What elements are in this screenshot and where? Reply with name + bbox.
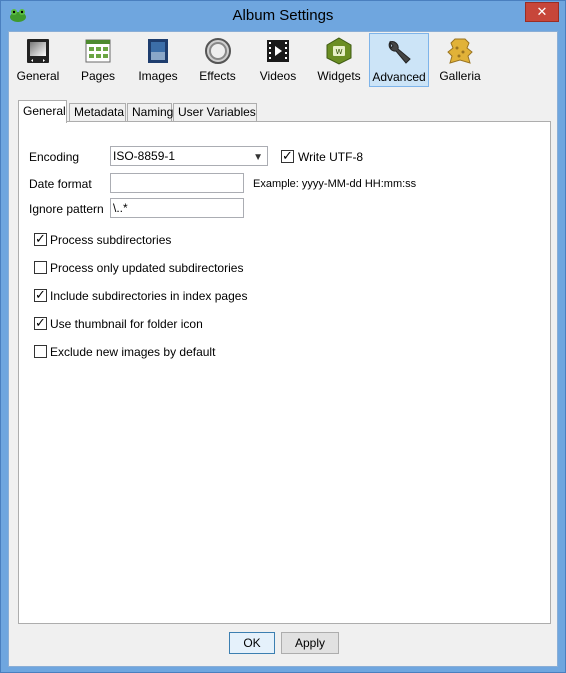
general-tab-page: Encoding ISO-8859-1 ▼ ✓ Write UTF-8 Date… [18, 121, 551, 624]
advanced-icon [388, 40, 411, 64]
toolbar-label: Galleria [439, 69, 481, 83]
write-utf8-checkbox[interactable]: ✓ [281, 148, 294, 163]
svg-text:w: w [335, 47, 342, 57]
process-subdirectories-checkbox[interactable]: ✓ [34, 231, 47, 246]
checkmark-icon: ✓ [282, 148, 293, 163]
use-thumbnail-label: Use thumbnail for folder icon [50, 317, 203, 331]
ignore-pattern-input[interactable]: \..* [110, 198, 244, 218]
toolbar-label: Videos [259, 69, 297, 83]
chevron-down-icon: ▼ [253, 152, 263, 163]
toolbar-label: Images [138, 69, 178, 83]
toolbar-item-galleria[interactable]: Galleria [432, 33, 488, 87]
close-icon: ✕ [536, 4, 548, 19]
tab-user-variables[interactable]: User Variables [173, 103, 257, 122]
toolbar-item-general[interactable]: General [10, 33, 66, 87]
category-toolbar: General Pages Images Effects Videos w Wi… [9, 32, 557, 88]
general-icon [27, 39, 49, 63]
ignore-pattern-label: Ignore pattern [29, 202, 104, 216]
tab-general[interactable]: General [18, 100, 67, 123]
use-thumbnail-checkbox[interactable]: ✓ [34, 315, 47, 330]
exclude-new-images-checkbox[interactable] [34, 345, 47, 358]
date-format-label: Date format [29, 177, 92, 191]
date-format-input[interactable] [110, 173, 244, 193]
tab-naming[interactable]: Naming [127, 103, 173, 122]
checkmark-icon: ✓ [35, 287, 46, 302]
effects-icon [204, 38, 231, 64]
settings-panel: General Metadata Naming User Variables E… [18, 100, 551, 624]
widgets-icon: w [326, 37, 352, 65]
date-format-example: Example: yyyy-MM-dd HH:mm:ss [253, 178, 417, 190]
write-utf8-label: Write UTF-8 [298, 150, 364, 164]
galleria-icon [447, 38, 473, 64]
ok-button[interactable]: OK [229, 632, 275, 654]
toolbar-item-widgets[interactable]: w Widgets [310, 33, 368, 87]
toolbar-item-videos[interactable]: Videos [250, 33, 306, 87]
toolbar-label: General [16, 69, 60, 83]
process-updated-subdirectories-label: Process only updated subdirectories [50, 261, 244, 275]
close-button[interactable]: ✕ [525, 2, 559, 22]
toolbar-item-effects[interactable]: Effects [190, 33, 245, 87]
toolbar-item-images[interactable]: Images [130, 33, 186, 87]
videos-icon [267, 40, 289, 62]
toolbar-item-pages[interactable]: Pages [71, 33, 125, 87]
toolbar-label: Pages [80, 69, 116, 83]
window-title: Album Settings [232, 7, 334, 24]
toolbar-item-advanced[interactable]: Advanced [369, 33, 429, 87]
include-subdirectories-label: Include subdirectories in index pages [50, 289, 248, 303]
checkmark-icon: ✓ [35, 315, 46, 330]
include-subdirectories-checkbox[interactable]: ✓ [34, 287, 47, 302]
encoding-value: ISO-8859-1 [113, 149, 176, 163]
checkmark-icon: ✓ [35, 231, 46, 246]
title-bar[interactable]: Album Settings ✕ [1, 1, 565, 31]
toolbar-label: Advanced [372, 70, 426, 84]
album-settings-window: Album Settings ✕ General Pages Images Ef… [0, 0, 566, 673]
encoding-label: Encoding [29, 150, 80, 164]
process-subdirectories-label: Process subdirectories [50, 233, 172, 247]
apply-button[interactable]: Apply [281, 632, 339, 654]
images-icon [148, 39, 168, 63]
process-updated-subdirectories-checkbox[interactable] [34, 261, 47, 274]
tab-metadata[interactable]: Metadata [69, 103, 126, 122]
encoding-select[interactable]: ISO-8859-1 ▼ [110, 146, 268, 166]
pages-icon [85, 39, 111, 63]
exclude-new-images-label: Exclude new images by default [50, 345, 216, 359]
dialog-client-area: General Pages Images Effects Videos w Wi… [8, 31, 558, 667]
toolbar-label: Effects [199, 69, 236, 83]
toolbar-label: Widgets [317, 69, 361, 83]
